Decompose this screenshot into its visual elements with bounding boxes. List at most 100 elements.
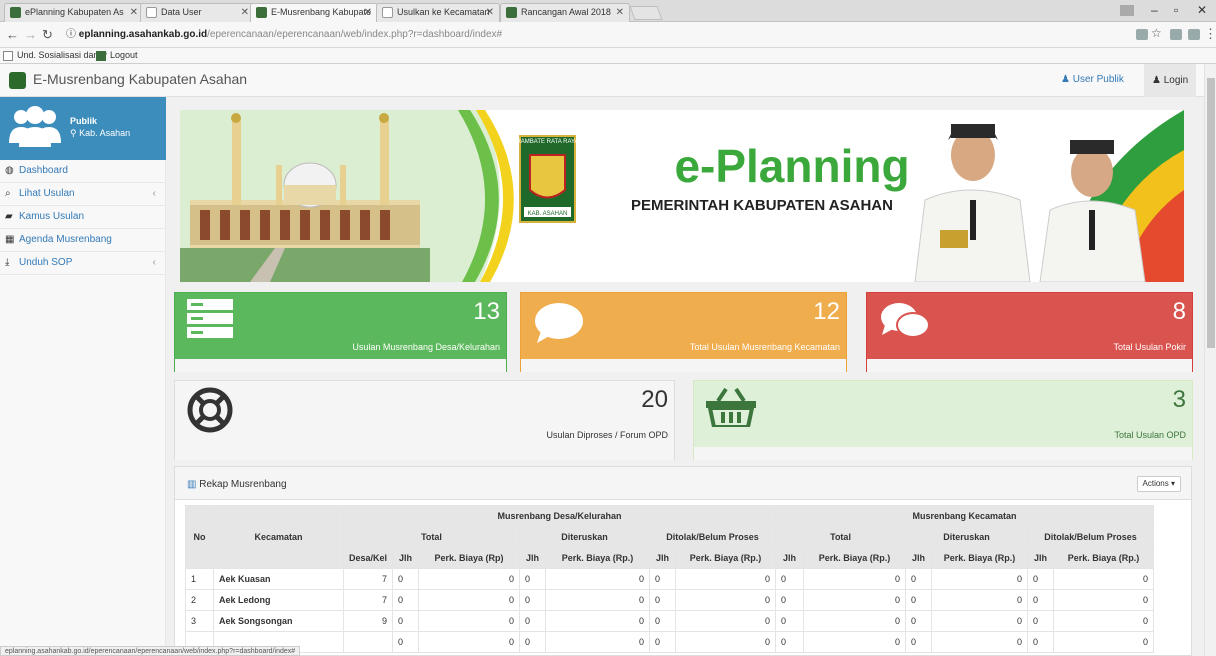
- bookmark-item[interactable]: Logout: [96, 48, 138, 63]
- close-tab-icon[interactable]: ✕: [364, 4, 372, 21]
- bookmarks-bar: Und. Sosialisasi dan P Logout: [0, 48, 1216, 64]
- new-tab-button[interactable]: [629, 6, 663, 20]
- forward-icon[interactable]: →: [24, 27, 37, 42]
- table-cell: 0: [1027, 631, 1055, 653]
- tile-footer[interactable]: [867, 359, 1192, 372]
- tile-value: 3: [1172, 386, 1186, 413]
- profile-icon[interactable]: [1120, 5, 1134, 16]
- sidebar-item[interactable]: ◍ Dashboard: [0, 160, 166, 183]
- banner-title: e-Planning: [674, 140, 909, 192]
- browser-tab[interactable]: Rancangan Awal 2018 ✕: [500, 3, 630, 22]
- eplanning-banner: RAMBATE RATA RAYA KAB. ASAHAN e-Planning…: [180, 110, 1184, 282]
- tile-footer[interactable]: [521, 359, 846, 372]
- subheader-ditolak: Ditolak/Belum Proses: [1027, 526, 1155, 548]
- tile-footer[interactable]: [175, 447, 674, 460]
- table-cell: 0: [931, 568, 1029, 590]
- favicon-icon: [96, 51, 106, 61]
- caret-down-icon: ▾: [1168, 479, 1175, 488]
- star-icon[interactable]: ☆: [1151, 26, 1162, 40]
- panel-heading: ▥ Rekap Musrenbang Actions ▾: [175, 467, 1191, 500]
- stat-tile[interactable]: 12 Total Usulan Musrenbang Kecamatan: [520, 292, 847, 372]
- maximize-icon[interactable]: ▫: [1174, 3, 1178, 17]
- stat-tile[interactable]: 3 Total Usulan OPD: [693, 380, 1193, 460]
- table-cell: 0: [931, 610, 1029, 632]
- tile-label: Usulan Musrenbang Desa/Kelurahan: [352, 342, 500, 352]
- actions-dropdown[interactable]: Actions ▾: [1136, 476, 1181, 492]
- cell-desakel: [342, 631, 394, 653]
- close-tab-icon[interactable]: ✕: [130, 4, 138, 21]
- cell-kecamatan: Aek Ledong: [213, 589, 344, 611]
- col-header-biaya: Perk. Biaya (Rp.): [675, 547, 777, 569]
- extension-icon[interactable]: [1188, 29, 1200, 40]
- stat-tile[interactable]: 13 Usulan Musrenbang Desa/Kelurahan: [174, 292, 507, 372]
- close-tab-icon[interactable]: ✕: [616, 4, 624, 21]
- tile-footer[interactable]: [694, 447, 1192, 460]
- sidebar-item[interactable]: ▦ Agenda Musrenbang: [0, 229, 166, 252]
- user-publik-link[interactable]: ♟ User Publik: [1061, 74, 1124, 85]
- stat-tile[interactable]: 8 Total Usulan Pokir: [866, 292, 1193, 372]
- tile-footer[interactable]: [175, 359, 506, 372]
- reload-icon[interactable]: ↻: [42, 27, 53, 43]
- banner-subtitle: PEMERINTAH KABUPATEN ASAHAN: [631, 197, 893, 214]
- group-header-kecamatan: Musrenbang Kecamatan: [775, 505, 1155, 527]
- cell-desakel: 9: [342, 610, 394, 632]
- table-cell: 0: [803, 631, 907, 653]
- back-icon[interactable]: ←: [6, 27, 19, 42]
- map-marker-icon: ⚲: [70, 128, 80, 138]
- browser-tab[interactable]: Data User ✕: [140, 3, 255, 22]
- user-name: Publik: [70, 116, 98, 126]
- document-icon: [382, 7, 393, 18]
- sidebar-item[interactable]: ▰ Kamus Usulan: [0, 206, 166, 229]
- info-icon: ⓘ: [66, 29, 79, 40]
- menu-icon[interactable]: ⋮: [1204, 26, 1216, 42]
- user-icon: ♟: [1152, 75, 1164, 86]
- table-row: 000000000000: [185, 631, 1155, 653]
- url-field[interactable]: ⓘ eplanning.asahankab.go.id/eperencanaan…: [58, 25, 1138, 45]
- login-link[interactable]: ♟ Login: [1144, 64, 1197, 97]
- table-cell: 0: [803, 589, 907, 611]
- sidebar-item[interactable]: ⤓ Unduh SOP ‹: [0, 252, 166, 275]
- tile-label: Usulan Diproses / Forum OPD: [546, 430, 668, 440]
- browser-tab[interactable]: ePlanning Kabupaten As ✕: [4, 3, 144, 22]
- close-tab-icon[interactable]: ✕: [241, 4, 249, 21]
- scrollbar-thumb[interactable]: [1207, 78, 1215, 348]
- document-icon: [3, 51, 13, 61]
- stat-tile[interactable]: 20 Usulan Diproses / Forum OPD: [174, 380, 675, 460]
- favicon-icon: [506, 7, 517, 18]
- bookmark-item[interactable]: Und. Sosialisasi dan P: [3, 48, 107, 63]
- sidebar-item[interactable]: ⌕ Lihat Usulan ‹: [0, 183, 166, 206]
- user-icon: ♟: [1061, 74, 1073, 85]
- user-panel: Publik ⚲ Kab. Asahan: [0, 97, 166, 160]
- browser-tab-active[interactable]: E-Musrenbang Kabupate ✕: [250, 3, 378, 23]
- close-window-icon[interactable]: ✕: [1197, 3, 1207, 17]
- tile-value: 8: [1172, 298, 1186, 325]
- tile-body: 20 Usulan Diproses / Forum OPD: [175, 381, 674, 447]
- logo-text-top: RAMBATE RATA RAYA: [516, 139, 578, 145]
- app-navbar: E-Musrenbang Kabupaten Asahan ♟ User Pub…: [0, 64, 1204, 97]
- table-cell: 0: [775, 589, 805, 611]
- table-cell: 0: [649, 631, 677, 653]
- col-header-desakel: Desa/Kel: [342, 547, 394, 569]
- browser-tab[interactable]: Usulkan ke Kecamatan ✕: [376, 3, 500, 22]
- table-cell: 0: [1053, 631, 1155, 653]
- table-cell: 0: [649, 568, 677, 590]
- translate-icon[interactable]: [1136, 29, 1148, 40]
- extension-icon[interactable]: [1170, 29, 1182, 40]
- close-tab-icon[interactable]: ✕: [486, 4, 494, 21]
- table-cell: 0: [803, 610, 907, 632]
- table-cell: 0: [1027, 610, 1055, 632]
- rekap-table-body: 1 Aek Kuasan 7 0 0 0 0 0 0 0 0 0 0 0 0 2 Aek Ledong 7 0 0 0 0…: [185, 568, 1155, 653]
- table-cell: 0: [545, 589, 651, 611]
- document-icon: [146, 7, 157, 18]
- subheader-ditolak: Ditolak/Belum Proses: [649, 526, 777, 548]
- minimize-icon[interactable]: –: [1151, 3, 1158, 17]
- table-cell: 0: [519, 589, 547, 611]
- col-header-biaya: Perk. Biaya (Rp.): [803, 547, 907, 569]
- page-scrollbar[interactable]: [1204, 64, 1216, 656]
- table-cell: 0: [675, 589, 777, 611]
- dashboard-icon: ◍: [5, 165, 14, 176]
- cell-kecamatan: Aek Songsongan: [213, 610, 344, 632]
- table-cell: 0: [905, 610, 933, 632]
- app-logo: [9, 72, 26, 89]
- app-title[interactable]: E-Musrenbang Kabupaten Asahan: [33, 71, 247, 87]
